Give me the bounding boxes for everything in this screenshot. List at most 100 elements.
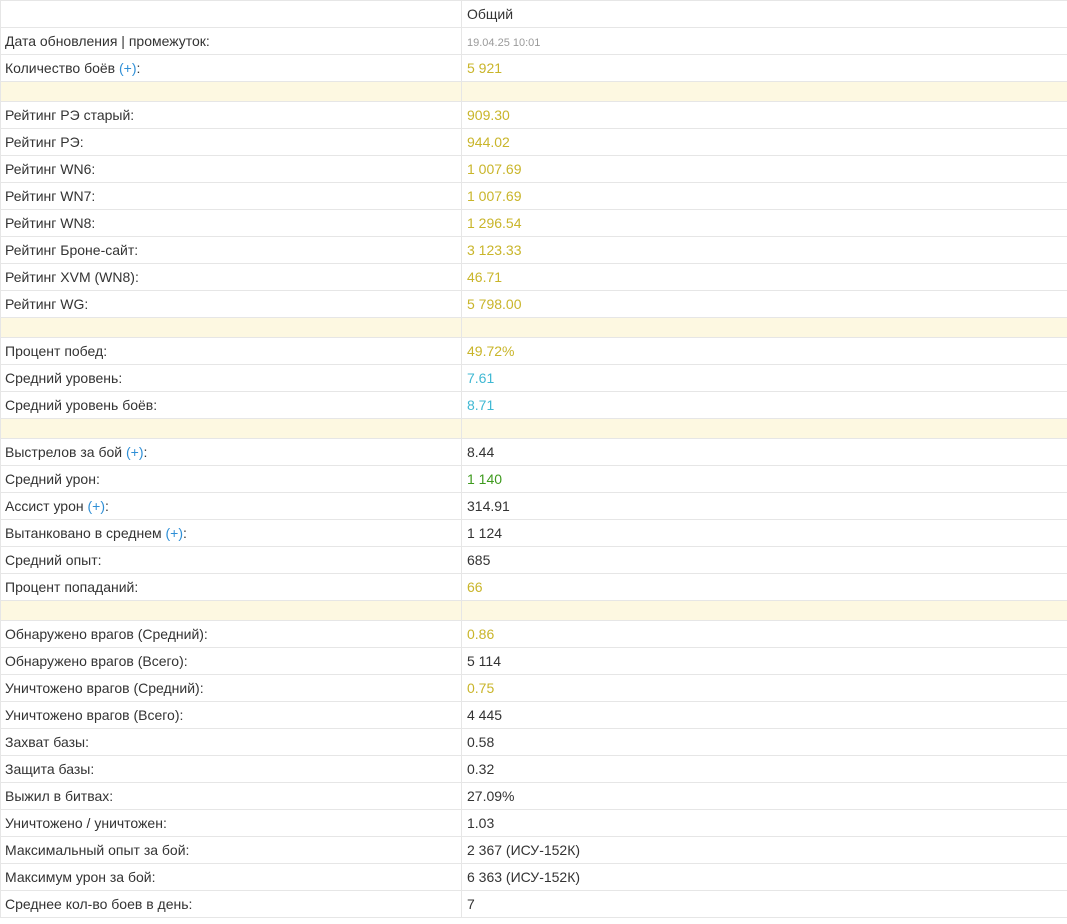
header-row: Общий bbox=[0, 0, 1067, 28]
table-row: Защита базы: 0.32 bbox=[0, 755, 1067, 783]
battles-expand-link[interactable]: (+) bbox=[119, 60, 137, 76]
row-label: Захват базы: bbox=[0, 728, 462, 756]
header-column-total: Общий bbox=[461, 0, 1067, 28]
row-label-text: Выстрелов за бой bbox=[5, 444, 123, 460]
row-value: 8.44 bbox=[461, 438, 1067, 466]
row-label: Рейтинг Броне-сайт: bbox=[0, 236, 462, 264]
row-label: Средний уровень боёв: bbox=[0, 391, 462, 419]
row-value: 4 445 bbox=[461, 701, 1067, 729]
row-label: Средний опыт: bbox=[0, 546, 462, 574]
row-label: Уничтожено врагов (Всего): bbox=[0, 701, 462, 729]
row-value: 7 bbox=[461, 890, 1067, 918]
row-value: 1.03 bbox=[461, 809, 1067, 837]
expand-link[interactable]: (+) bbox=[126, 444, 144, 460]
row-label: Рейтинг WG: bbox=[0, 290, 462, 318]
row-label: Выстрелов за бой (+): bbox=[0, 438, 462, 466]
table-row: Среднее кол-во боев в день: 7 bbox=[0, 890, 1067, 918]
row-label: Максимальный опыт за бой: bbox=[0, 836, 462, 864]
row-value: 944.02 bbox=[461, 128, 1067, 156]
row-value: 5 798.00 bbox=[461, 290, 1067, 318]
row-value: 1 140 bbox=[461, 465, 1067, 493]
row-label: Количество боёв (+): bbox=[0, 54, 462, 82]
update-date-value: 19.04.25 10:01 bbox=[467, 37, 541, 49]
row-label: Вытанковано в среднем (+): bbox=[0, 519, 462, 547]
row-value: 3 123.33 bbox=[461, 236, 1067, 264]
table-row: Рейтинг Броне-сайт: 3 123.33 bbox=[0, 236, 1067, 264]
table-row: Средний уровень: 7.61 bbox=[0, 364, 1067, 392]
row-value: 1 296.54 bbox=[461, 209, 1067, 237]
row-label: Средний уровень: bbox=[0, 364, 462, 392]
row-label: Уничтожено / уничтожен: bbox=[0, 809, 462, 837]
row-value: 49.72% bbox=[461, 337, 1067, 365]
row-value: 909.30 bbox=[461, 101, 1067, 129]
table-row: Рейтинг WN8: 1 296.54 bbox=[0, 209, 1067, 237]
row-label: Рейтинг РЭ: bbox=[0, 128, 462, 156]
table-row: Процент попаданий: 66 bbox=[0, 573, 1067, 601]
label-colon: : bbox=[183, 525, 187, 541]
table-row: Рейтинг WN7: 1 007.69 bbox=[0, 182, 1067, 210]
row-label: Обнаружено врагов (Всего): bbox=[0, 647, 462, 675]
table-row: Вытанковано в среднем (+): 1 124 bbox=[0, 519, 1067, 547]
row-value: 1 007.69 bbox=[461, 155, 1067, 183]
row-label-text: Ассист урон bbox=[5, 498, 84, 514]
battles-label: Количество боёв bbox=[5, 60, 116, 76]
row-label: Максимум урон за бой: bbox=[0, 863, 462, 891]
stats-table: Общий Дата обновления | промежуток: 19.0… bbox=[0, 0, 1067, 918]
table-row: Выстрелов за бой (+): 8.44 bbox=[0, 438, 1067, 466]
row-label: Процент побед: bbox=[0, 337, 462, 365]
row-value: 1 124 bbox=[461, 519, 1067, 547]
row-label: Рейтинг WN7: bbox=[0, 182, 462, 210]
expand-link[interactable]: (+) bbox=[166, 525, 184, 541]
row-value: 5 114 bbox=[461, 647, 1067, 675]
row-value: 7.61 bbox=[461, 364, 1067, 392]
section-divider bbox=[0, 418, 1067, 439]
table-row: Рейтинг РЭ старый: 909.30 bbox=[0, 101, 1067, 129]
row-label: Процент попаданий: bbox=[0, 573, 462, 601]
table-row: Рейтинг WG: 5 798.00 bbox=[0, 290, 1067, 318]
label-colon: : bbox=[136, 60, 141, 76]
section-divider bbox=[0, 81, 1067, 102]
row-label: Среднее кол-во боев в день: bbox=[0, 890, 462, 918]
row-label: Средний урон: bbox=[0, 465, 462, 493]
row-label: Обнаружено врагов (Средний): bbox=[0, 620, 462, 648]
header-label-cell bbox=[0, 0, 462, 28]
general-section: Процент побед: 49.72% Средний уровень: 7.61… bbox=[0, 337, 1067, 419]
combat-section: Выстрелов за бой (+): 8.44 Средний урон: 1 … bbox=[0, 438, 1067, 601]
row-value: 685 bbox=[461, 546, 1067, 574]
row-label: Уничтожено врагов (Средний): bbox=[0, 674, 462, 702]
ratings-section: Рейтинг РЭ старый: 909.30 Рейтинг РЭ: 944.0… bbox=[0, 101, 1067, 318]
table-row: Средний опыт: 685 bbox=[0, 546, 1067, 574]
row-value: 0.75 bbox=[461, 674, 1067, 702]
row-label: Выжил в битвах: bbox=[0, 782, 462, 810]
table-row: Рейтинг WN6: 1 007.69 bbox=[0, 155, 1067, 183]
row-value: 8.71 bbox=[461, 391, 1067, 419]
table-row: Обнаружено врагов (Средний): 0.86 bbox=[0, 620, 1067, 648]
table-row: Количество боёв (+): 5 921 bbox=[0, 54, 1067, 82]
table-row: Дата обновления | промежуток: 19.04.25 1… bbox=[0, 27, 1067, 55]
table-row: Выжил в битвах: 27.09% bbox=[0, 782, 1067, 810]
table-row: Рейтинг РЭ: 944.02 bbox=[0, 128, 1067, 156]
row-value: 314.91 bbox=[461, 492, 1067, 520]
row-value: 1 007.69 bbox=[461, 182, 1067, 210]
row-value: 27.09% bbox=[461, 782, 1067, 810]
row-label-text: Вытанковано в среднем bbox=[5, 525, 162, 541]
table-row: Уничтожено врагов (Всего): 4 445 bbox=[0, 701, 1067, 729]
table-row: Максимум урон за бой: 6 363 (ИСУ-152К) bbox=[0, 863, 1067, 891]
table-row: Захват базы: 0.58 bbox=[0, 728, 1067, 756]
row-value: 0.86 bbox=[461, 620, 1067, 648]
battles-count-value: 5 921 bbox=[461, 54, 1067, 82]
row-label: Рейтинг XVM (WN8): bbox=[0, 263, 462, 291]
table-row: Обнаружено врагов (Всего): 5 114 bbox=[0, 647, 1067, 675]
table-row: Средний урон: 1 140 bbox=[0, 465, 1067, 493]
row-label: Защита базы: bbox=[0, 755, 462, 783]
section-divider bbox=[0, 600, 1067, 621]
label-colon: : bbox=[143, 444, 148, 460]
expand-link[interactable]: (+) bbox=[88, 498, 106, 514]
table-row: Рейтинг XVM (WN8): 46.71 bbox=[0, 263, 1067, 291]
row-value: 0.58 bbox=[461, 728, 1067, 756]
label-colon: : bbox=[105, 498, 109, 514]
enemies-section: Обнаружено врагов (Средний): 0.86 Обнаруже… bbox=[0, 620, 1067, 918]
row-value: 46.71 bbox=[461, 263, 1067, 291]
row-value: 66 bbox=[461, 573, 1067, 601]
row-label: Ассист урон (+): bbox=[0, 492, 462, 520]
